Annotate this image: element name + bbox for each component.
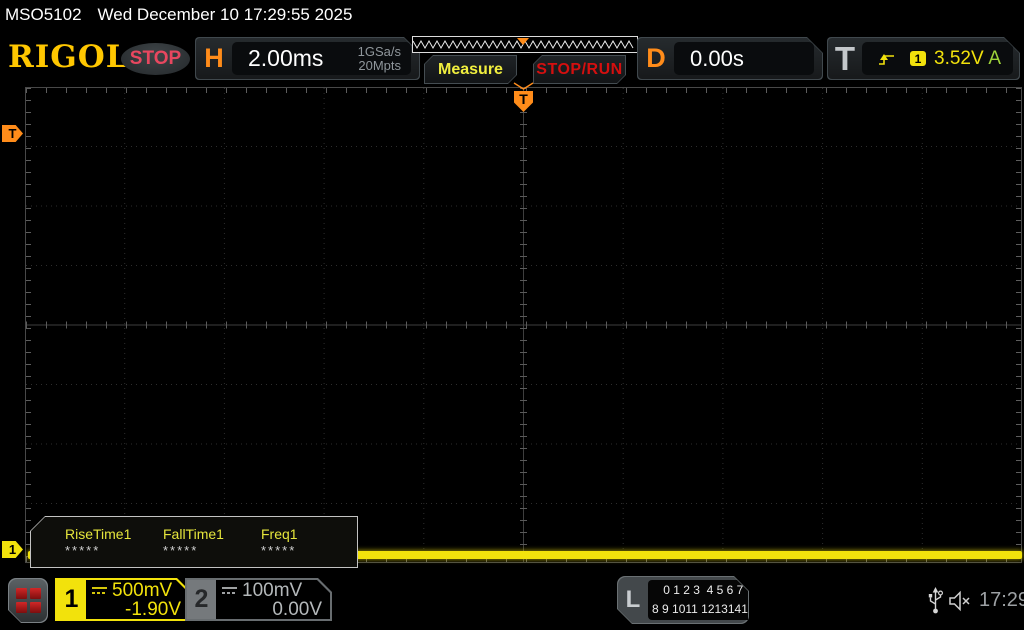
channel2-number: 2 bbox=[187, 580, 216, 619]
graticule[interactable] bbox=[25, 87, 1022, 563]
model-name: MSO5102 bbox=[5, 5, 82, 24]
trigger-source-badge: 1 bbox=[910, 51, 926, 66]
memory-depth: 20Mpts bbox=[358, 57, 401, 73]
speaker-muted-icon[interactable] bbox=[948, 590, 974, 612]
status-bar: MSO5102 Wed December 10 17:29:55 2025 bbox=[5, 5, 352, 25]
sample-rate: 1GSa/s bbox=[357, 43, 401, 59]
measure-button[interactable]: Measure bbox=[424, 55, 517, 84]
measurement-item: FallTime1 ***** bbox=[163, 526, 224, 558]
channel1-scale: 500mV bbox=[112, 579, 173, 601]
oscilloscope-screen: MSO5102 Wed December 10 17:29:55 2025 RIG… bbox=[0, 0, 1024, 630]
clock[interactable]: 17:29 bbox=[979, 589, 1024, 612]
logic-channels-badge[interactable]: L 0 1 2 3 4 5 6 7 8 9 1011 12131415 bbox=[617, 576, 749, 624]
overview-position-icon[interactable] bbox=[517, 38, 529, 45]
trigger-label: T bbox=[834, 39, 856, 77]
channel1-offset: -1.90V bbox=[125, 598, 181, 620]
trigger-mode: A bbox=[988, 47, 1001, 69]
measurement-item: Freq1 ***** bbox=[261, 526, 298, 558]
stop-run-button[interactable]: STOP/RUN bbox=[533, 55, 626, 84]
channel1-number: 1 bbox=[57, 580, 86, 619]
horizontal-block[interactable]: H 2.00ms 1GSa/s 20Mpts bbox=[195, 37, 420, 80]
measurement-panel[interactable]: RiseTime1 ***** FallTime1 ***** Freq1 **… bbox=[30, 516, 358, 568]
logic-channel-list: 0 1 2 3 4 5 6 7 8 9 1011 12131415 bbox=[648, 580, 759, 620]
menu-grid-icon bbox=[16, 588, 41, 613]
channel1-ground-marker[interactable]: 1 bbox=[2, 541, 23, 558]
trigger-block[interactable]: T 1 3.52V A bbox=[827, 37, 1020, 80]
timebase-value: 2.00ms bbox=[248, 45, 324, 71]
channel1-badge[interactable]: 1 500mV -1.90V bbox=[55, 578, 191, 621]
horizontal-label: H bbox=[204, 43, 224, 73]
rigol-logo: RIGOL bbox=[8, 39, 129, 75]
dc-coupling-icon bbox=[221, 585, 238, 596]
acquisition-info: 1GSa/s 20Mpts bbox=[358, 45, 401, 73]
channel2-scale: 100mV bbox=[242, 579, 303, 601]
trigger-position-chevron-icon[interactable] bbox=[513, 82, 534, 90]
delay-value: 0.00s bbox=[690, 45, 744, 71]
measurement-item: RiseTime1 ***** bbox=[65, 526, 132, 558]
delay-block[interactable]: D 0.00s bbox=[637, 37, 823, 80]
datetime: Wed December 10 17:29:55 2025 bbox=[97, 5, 353, 24]
delay-label: D bbox=[646, 43, 666, 73]
dc-coupling-icon bbox=[91, 585, 108, 596]
trigger-level-value: 3.52V bbox=[934, 47, 984, 69]
trigger-level-marker[interactable]: T bbox=[2, 125, 23, 142]
menu-grid-button[interactable] bbox=[8, 578, 48, 623]
channel2-badge[interactable]: 2 100mV 0.00V bbox=[185, 578, 332, 621]
channel2-offset: 0.00V bbox=[272, 598, 322, 620]
run-state-badge[interactable]: STOP bbox=[121, 43, 190, 75]
rising-edge-icon bbox=[878, 51, 896, 67]
usb-icon bbox=[928, 587, 943, 614]
logic-label: L bbox=[625, 586, 641, 613]
